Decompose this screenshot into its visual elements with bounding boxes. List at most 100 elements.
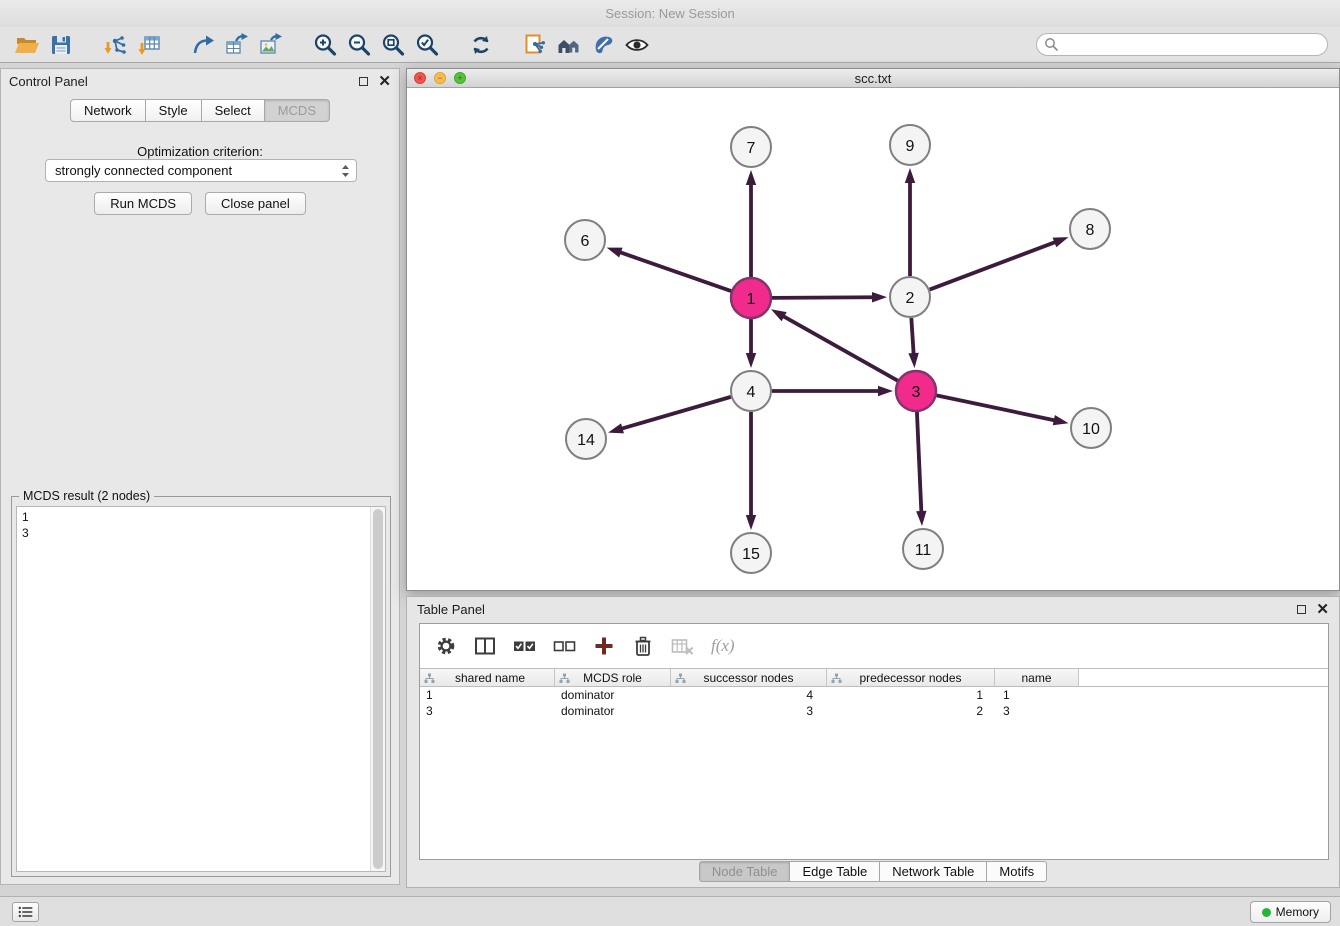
cell-predecessor-nodes[interactable]: 2 xyxy=(827,703,995,719)
cell-shared-name[interactable]: 1 xyxy=(420,687,555,703)
graph-node-label: 2 xyxy=(906,290,915,307)
graph-edge-2-9[interactable] xyxy=(905,168,915,276)
apply-style-button[interactable] xyxy=(586,29,620,61)
deselect-all-button[interactable] xyxy=(553,635,576,657)
search-input[interactable] xyxy=(1036,33,1328,56)
graph-edge-4-3[interactable] xyxy=(772,386,893,396)
maximize-window-button[interactable]: + xyxy=(454,72,466,84)
minimize-window-button[interactable]: − xyxy=(434,72,446,84)
criterion-select[interactable]: strongly connected component xyxy=(45,159,357,182)
cell-successor-nodes[interactable]: 3 xyxy=(671,703,827,719)
graph-edge-2-8[interactable] xyxy=(930,237,1069,289)
import-table-button[interactable] xyxy=(132,29,166,61)
export-table-button[interactable] xyxy=(220,29,254,61)
tab-network-table[interactable]: Network Table xyxy=(879,861,987,882)
control-panel-float-button[interactable] xyxy=(359,77,368,86)
graph-edge-3-10[interactable] xyxy=(937,395,1069,425)
save-session-button[interactable] xyxy=(44,29,78,61)
graph-node-9[interactable]: 9 xyxy=(890,125,930,165)
column-header-name[interactable]: name xyxy=(995,669,1079,686)
new-network-from-selection-button[interactable] xyxy=(518,29,552,61)
graph-edge-4-15[interactable] xyxy=(746,412,756,530)
graph-edge-4-14[interactable] xyxy=(608,397,731,434)
table-toolbar: f(x) xyxy=(420,624,1328,668)
export-network-button[interactable] xyxy=(186,29,220,61)
result-scrollbar[interactable] xyxy=(370,507,385,871)
cell-name[interactable]: 3 xyxy=(995,703,1079,719)
graph-edge-3-11[interactable] xyxy=(916,412,926,526)
zoom-selected-button[interactable] xyxy=(410,29,444,61)
graph-edge-2-3[interactable] xyxy=(908,318,918,368)
graph-edge-3-1[interactable] xyxy=(771,309,898,380)
task-history-button[interactable] xyxy=(12,902,39,922)
graph-edge-1-7[interactable] xyxy=(746,170,756,277)
tab-edge-table[interactable]: Edge Table xyxy=(789,861,880,882)
graph-node-11[interactable]: 11 xyxy=(903,529,943,569)
network-graph[interactable]: 7 9 6 8 1 2 4 3 10 14 15 11 xyxy=(407,88,1339,590)
function-builder-button[interactable]: f(x) xyxy=(711,636,735,656)
cell-shared-name[interactable]: 3 xyxy=(420,703,555,719)
close-window-button[interactable]: × xyxy=(414,72,426,84)
zoom-fit-button[interactable] xyxy=(376,29,410,61)
zoom-out-button[interactable] xyxy=(342,29,376,61)
graph-node-15[interactable]: 15 xyxy=(731,533,771,573)
show-columns-button[interactable] xyxy=(474,635,496,657)
run-mcds-button[interactable]: Run MCDS xyxy=(94,192,192,215)
table-settings-button[interactable] xyxy=(435,635,457,657)
column-header-predecessor-nodes[interactable]: predecessor nodes xyxy=(827,669,995,686)
graph-node-14[interactable]: 14 xyxy=(566,419,606,459)
tab-node-table[interactable]: Node Table xyxy=(699,861,791,882)
column-header-mcds-role[interactable]: MCDS role xyxy=(555,669,671,686)
cell-successor-nodes[interactable]: 4 xyxy=(671,687,827,703)
control-panel-close-button[interactable]: ✕ xyxy=(378,74,391,89)
table-row[interactable]: 1 dominator 4 1 1 xyxy=(420,687,1328,703)
tab-motifs[interactable]: Motifs xyxy=(986,861,1047,882)
show-hide-button[interactable] xyxy=(620,29,654,61)
mcds-result-list[interactable]: 1 3 xyxy=(16,506,386,872)
open-session-button[interactable] xyxy=(10,29,44,61)
cell-predecessor-nodes[interactable]: 1 xyxy=(827,687,995,703)
gear-icon xyxy=(435,635,457,657)
tab-style[interactable]: Style xyxy=(145,99,202,122)
control-panel-title: Control Panel xyxy=(9,74,88,89)
graph-node-7[interactable]: 7 xyxy=(731,127,771,167)
graph-edge-1-2[interactable] xyxy=(772,292,887,302)
import-network-button[interactable] xyxy=(98,29,132,61)
cell-name[interactable]: 1 xyxy=(995,687,1079,703)
delete-column-button[interactable] xyxy=(632,635,654,657)
table-row[interactable]: 3 dominator 3 2 3 xyxy=(420,703,1328,719)
add-column-button[interactable] xyxy=(593,635,615,657)
table-panel-float-button[interactable] xyxy=(1297,605,1306,614)
tab-mcds[interactable]: MCDS xyxy=(264,99,330,122)
graph-node-10[interactable]: 10 xyxy=(1071,408,1111,448)
graph-edge-1-4[interactable] xyxy=(746,319,756,368)
tab-network[interactable]: Network xyxy=(70,99,146,122)
graph-node-3[interactable]: 3 xyxy=(896,371,936,411)
cell-mcds-role[interactable]: dominator xyxy=(555,687,671,703)
result-scrollbar-thumb[interactable] xyxy=(373,509,383,869)
column-type-icon xyxy=(831,673,842,684)
graph-node-1[interactable]: 1 xyxy=(731,278,771,318)
window-title: Session: New Session xyxy=(605,6,734,21)
graph-node-8[interactable]: 8 xyxy=(1070,209,1110,249)
graph-node-6[interactable]: 6 xyxy=(565,220,605,260)
tab-select[interactable]: Select xyxy=(201,99,265,122)
cell-mcds-role[interactable]: dominator xyxy=(555,703,671,719)
memory-button[interactable]: Memory xyxy=(1250,901,1331,923)
column-header-successor-nodes[interactable]: successor nodes xyxy=(671,669,827,686)
close-panel-button[interactable]: Close panel xyxy=(205,192,306,215)
select-all-button[interactable] xyxy=(513,635,536,657)
graph-node-2[interactable]: 2 xyxy=(890,277,930,317)
column-header-shared-name[interactable]: shared name xyxy=(420,669,555,686)
table-panel-close-button[interactable]: ✕ xyxy=(1316,602,1329,617)
refresh-layout-button[interactable] xyxy=(464,29,498,61)
network-canvas[interactable]: 7 9 6 8 1 2 4 3 10 14 15 11 xyxy=(407,88,1339,590)
graph-node-4[interactable]: 4 xyxy=(731,371,771,411)
column-header-filler xyxy=(1079,669,1328,686)
delete-table-button-disabled[interactable] xyxy=(671,635,694,657)
network-view-window: × − + scc.txt 7968124310141511 xyxy=(406,68,1340,591)
export-image-button[interactable] xyxy=(254,29,288,61)
graph-edge-1-6[interactable] xyxy=(607,248,731,291)
first-neighbors-button[interactable] xyxy=(552,29,586,61)
zoom-in-button[interactable] xyxy=(308,29,342,61)
